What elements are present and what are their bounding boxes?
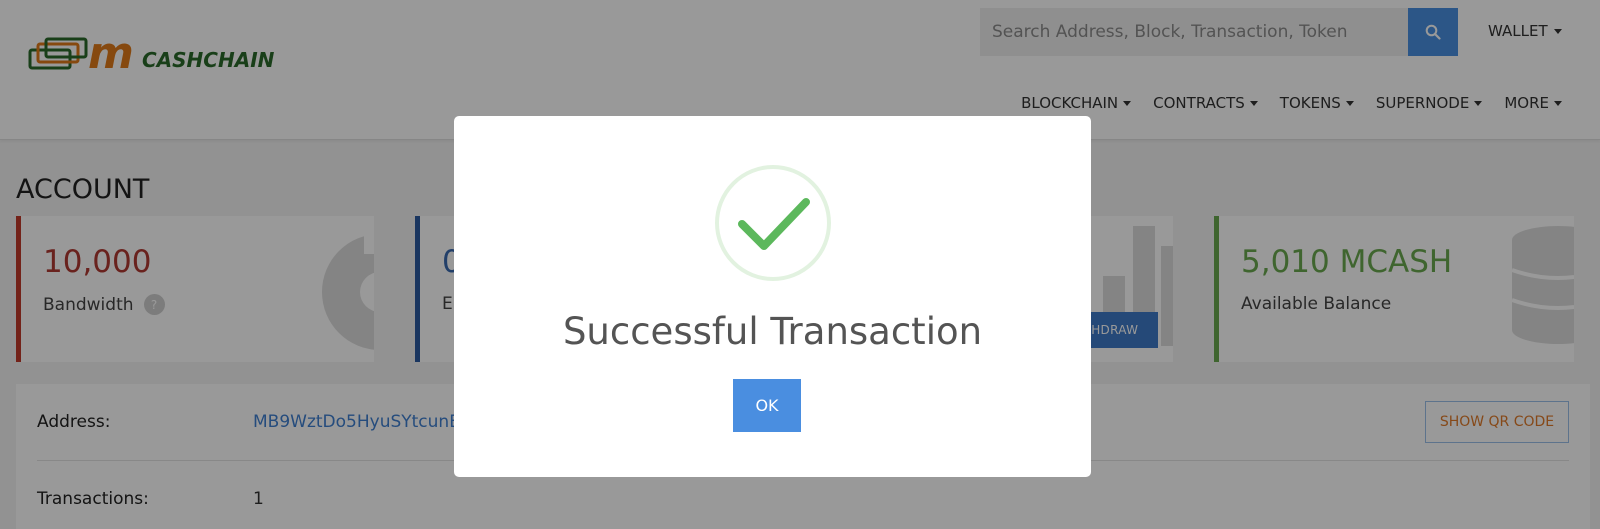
ok-button[interactable]: OK — [733, 379, 801, 432]
success-check-icon — [715, 165, 831, 281]
success-dialog: Successful Transaction OK — [454, 116, 1091, 477]
dialog-title: Successful Transaction — [562, 310, 983, 353]
